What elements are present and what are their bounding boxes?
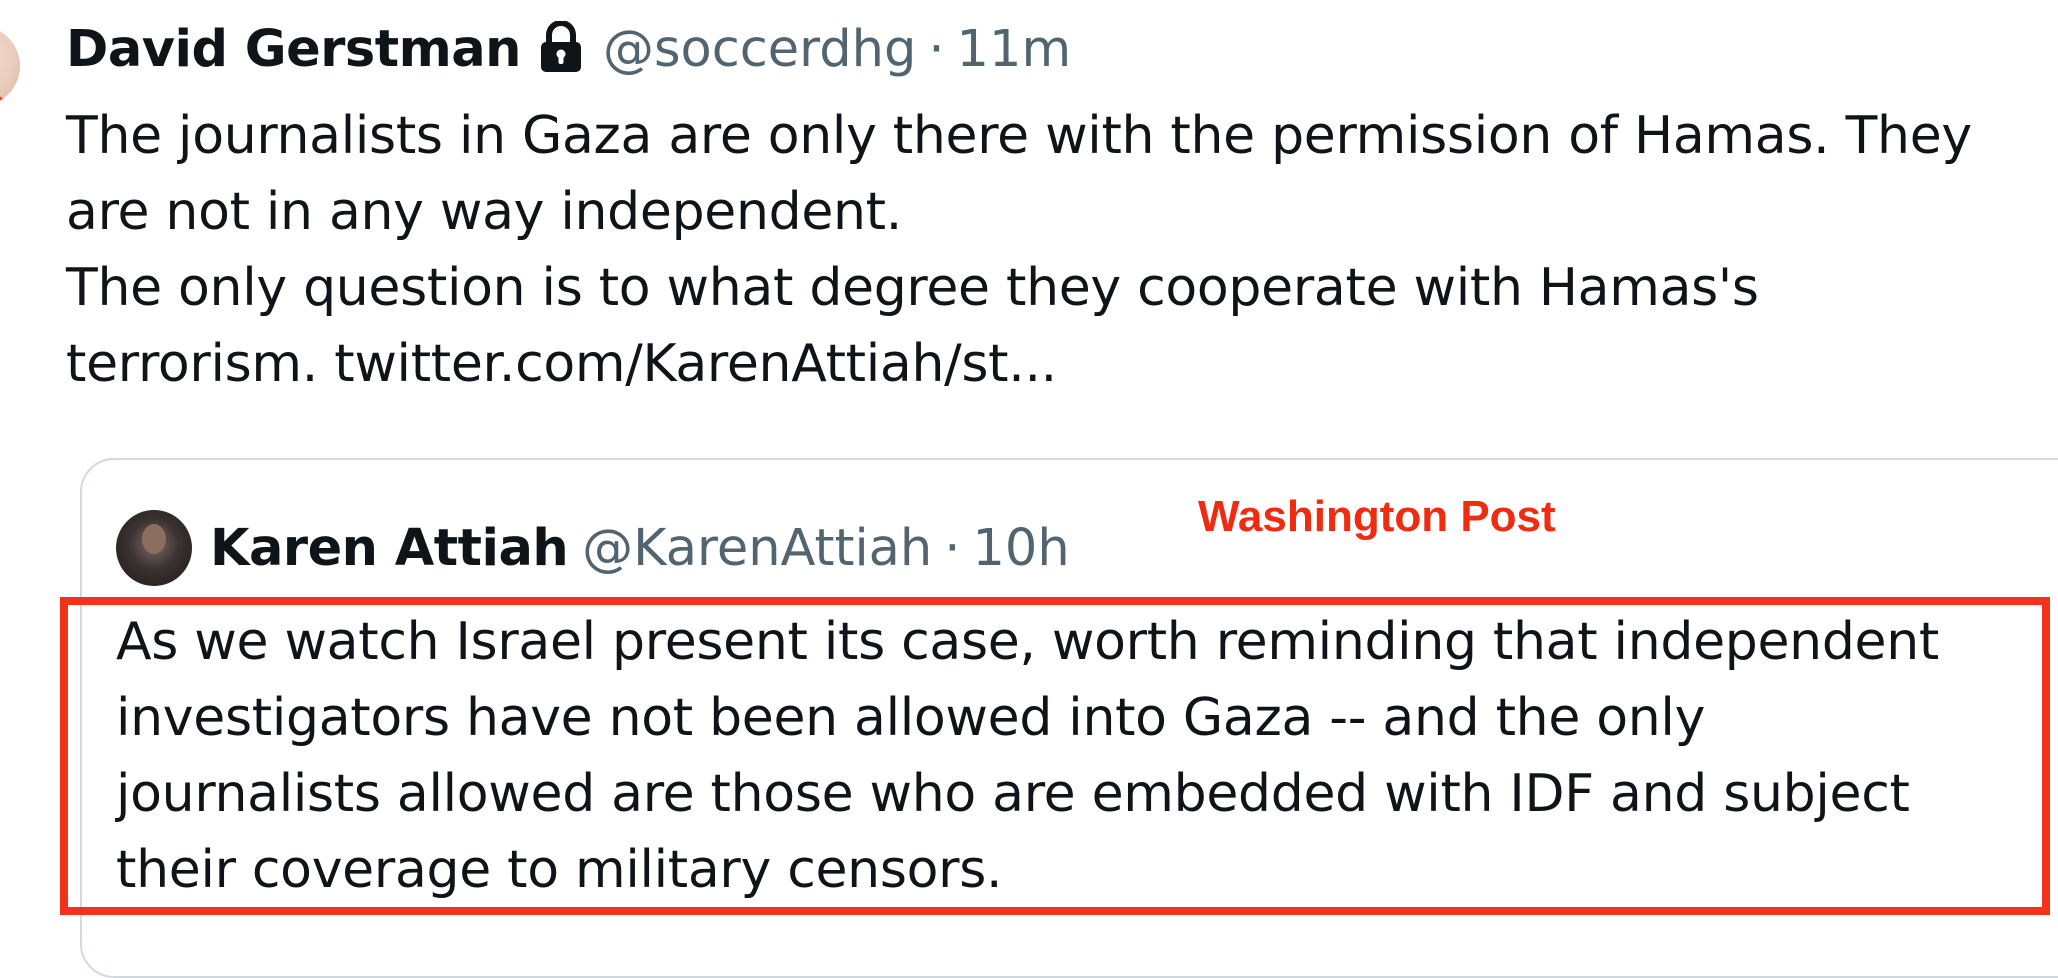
tweet-text-line-with-link[interactable]: terrorism. twitter.com/KarenAttiah/st... [66, 326, 2056, 402]
lock-icon [539, 20, 583, 73]
annotation-label: Washington Post [1198, 492, 1556, 541]
quoted-text-line: their coverage to military censors. [116, 840, 1003, 900]
quoted-author-handle[interactable]: @KarenAttiah [582, 519, 932, 578]
quoted-tweet-body: As we watch Israel present its case, wor… [116, 604, 2046, 908]
quoted-text-line: journalists allowed are those who are em… [116, 764, 1910, 824]
quoted-author-avatar[interactable] [116, 510, 192, 586]
tweet-text-line: The only question is to what degree they… [66, 258, 1759, 318]
tweet-timestamp[interactable]: 11m [957, 20, 1072, 79]
tweet-text-line: The journalists in Gaza are only there w… [66, 106, 1972, 166]
author-avatar[interactable] [0, 26, 20, 106]
quoted-author-name[interactable]: Karen Attiah [210, 519, 569, 578]
quoted-tweet-header: Karen Attiah @KarenAttiah · 10h [116, 510, 1070, 586]
quoted-tweet-timestamp[interactable]: 10h [972, 519, 1069, 578]
tweet-text-line: are not in any way independent. [66, 182, 903, 242]
header-separator: · [928, 19, 945, 79]
author-handle[interactable]: @soccerdhg [603, 20, 916, 79]
quoted-text-line: As we watch Israel present its case, wor… [116, 612, 1939, 672]
avatar-face [142, 524, 166, 554]
tweet-header: David Gerstman @soccerdhg · 11m [66, 14, 1071, 84]
tweet-body: The journalists in Gaza are only there w… [66, 98, 2056, 402]
quoted-header-separator: · [944, 518, 961, 578]
author-name[interactable]: David Gerstman [66, 20, 521, 79]
quoted-text-line: investigators have not been allowed into… [116, 688, 1706, 748]
avatar-decoration [0, 96, 8, 106]
